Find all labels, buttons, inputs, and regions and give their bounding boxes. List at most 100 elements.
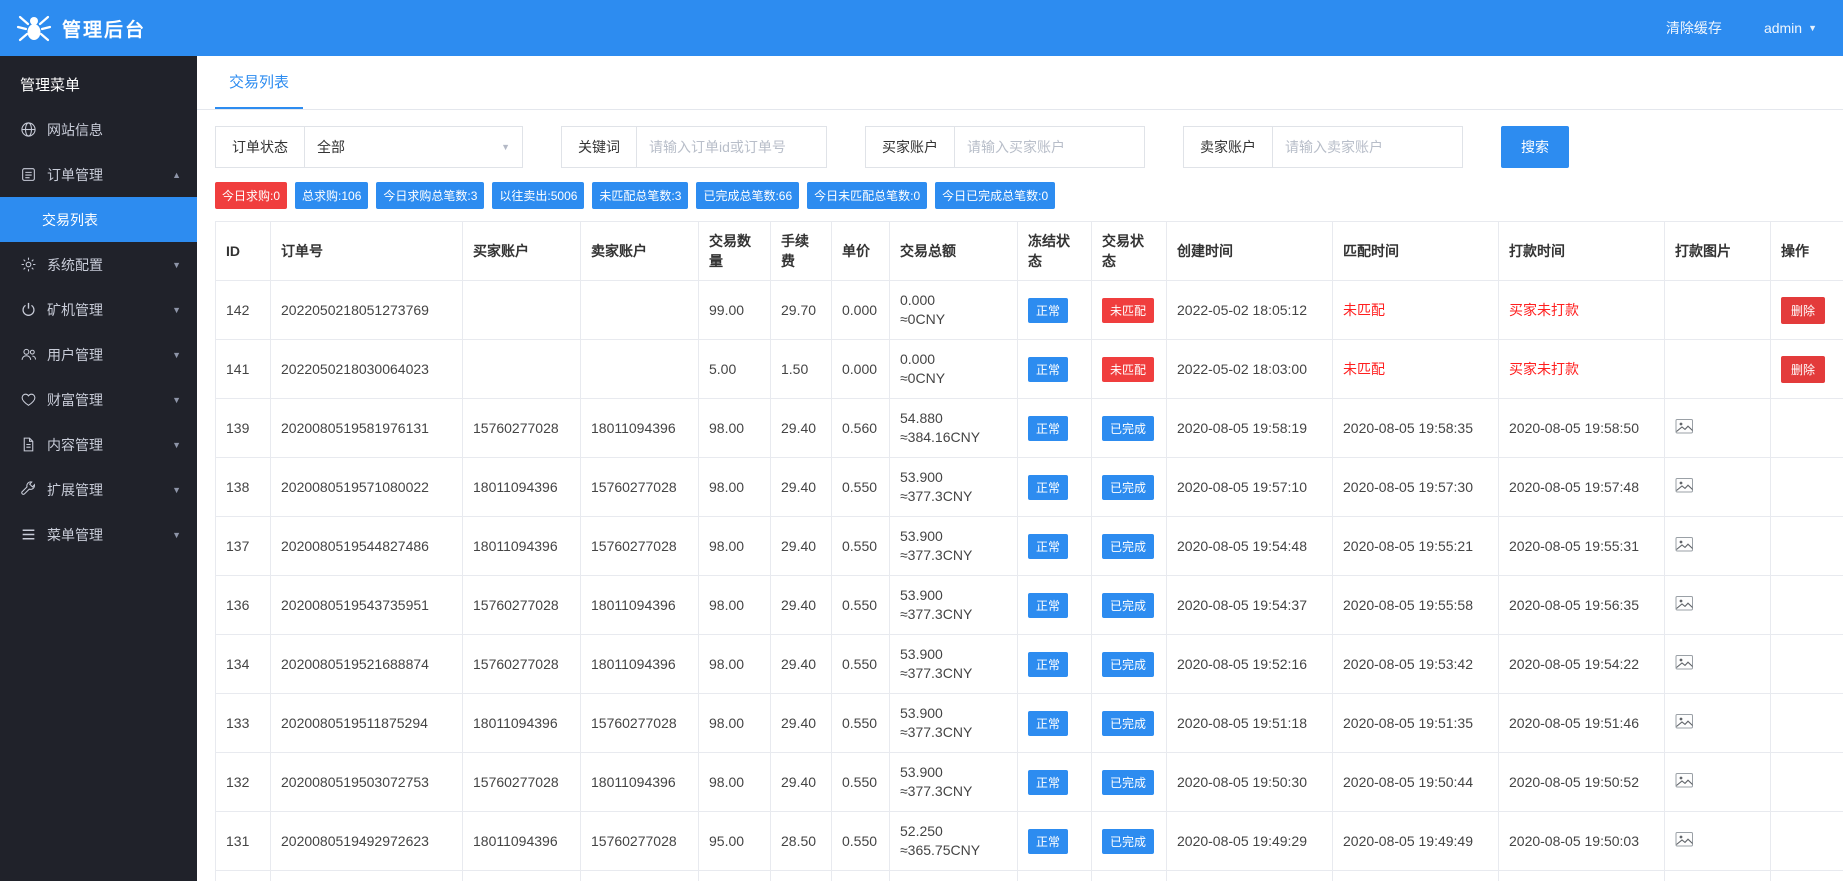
cell-order-no: 2020080519571080022 xyxy=(270,457,463,517)
cell-actions xyxy=(1770,516,1843,576)
main-content: 交易列表 订单状态 全部 ▼ 关键词 买家账户 卖家账户 搜索 今日求购:0 总求… xyxy=(197,56,1843,881)
cell-created: 2020-08-05 19:54:48 xyxy=(1166,516,1333,576)
cell-total: 0.000 ≈0CNY xyxy=(889,280,1018,340)
cell-price: 0.550 xyxy=(831,752,890,812)
delete-button[interactable]: 删除 xyxy=(1781,355,1826,383)
sidebar-item-menu-management[interactable]: 菜单管理 ▼ xyxy=(0,512,197,557)
cell-buyer: 18011094396 xyxy=(462,693,581,753)
cell-freeze-status: 正常 xyxy=(1017,457,1092,517)
sidebar-item-transaction-list[interactable]: 交易列表 xyxy=(0,197,197,242)
cell-created: 2020-08-05 19:49:29 xyxy=(1166,811,1333,871)
clear-cache-link[interactable]: 清除缓存 xyxy=(1666,18,1722,38)
payment-image-broken-icon[interactable] xyxy=(1675,536,1694,553)
cell-trade-status: 已完成 xyxy=(1091,634,1167,694)
cell-matched: 2020-08-05 19:55:21 xyxy=(1332,516,1499,576)
sidebar-item-user-management[interactable]: 用户管理 ▼ xyxy=(0,332,197,377)
sidebar-item-extension-management[interactable]: 扩展管理 ▼ xyxy=(0,467,197,512)
user-menu[interactable]: admin ▼ xyxy=(1764,20,1817,36)
cell-order-no: 2020080519521688874 xyxy=(270,634,463,694)
cell-trade-status: 已完成 xyxy=(1091,693,1167,753)
cell-buyer xyxy=(462,280,581,340)
order-status-filter: 订单状态 全部 ▼ xyxy=(215,126,523,168)
trade-status-badge: 已完成 xyxy=(1102,769,1155,795)
cell-freeze-status: 正常 xyxy=(1017,870,1092,881)
cell-buyer xyxy=(462,870,581,881)
chevron-down-icon: ▼ xyxy=(172,394,181,405)
cell-seller: 18011094396 xyxy=(580,752,699,812)
cell-id xyxy=(215,870,271,881)
cell-created: 2020-08-05 19:54:37 xyxy=(1166,575,1333,635)
cell-fee: 29.40 xyxy=(770,398,832,458)
cell-seller: 15760277028 xyxy=(580,693,699,753)
cell-paid: 买家未打款 xyxy=(1498,280,1665,340)
cell-price: 0.550 xyxy=(831,575,890,635)
stat-badge: 未匹配总笔数:3 xyxy=(592,182,689,209)
table-row: 136 2020080519543735951 15760277028 1801109… xyxy=(215,575,1843,635)
buyer-input[interactable] xyxy=(955,126,1145,168)
cell-id: 132 xyxy=(215,752,271,812)
cell-qty: 5.00 xyxy=(698,339,771,399)
cell-price: 0.550 xyxy=(831,457,890,517)
cell-qty: 98.00 xyxy=(698,575,771,635)
total-cny: ≈0CNY xyxy=(900,311,946,327)
delete-button[interactable]: 删除 xyxy=(1781,296,1826,324)
cell-freeze-status: 正常 xyxy=(1017,811,1092,871)
table-body: 142 2022050218051273769 99.00 29.70 0.000 0.0… xyxy=(215,280,1843,881)
power-icon xyxy=(20,301,37,318)
cell-created: 2022-05-02 18:05:12 xyxy=(1166,280,1333,340)
cell-total: 54.880 ≈384.16CNY xyxy=(889,398,1018,458)
cell-matched: 2020-08-05 19:53:42 xyxy=(1332,634,1499,694)
tab-transaction-list[interactable]: 交易列表 xyxy=(215,56,304,109)
table-row: 131 2020080519492972623 18011094396 1576027… xyxy=(215,811,1843,871)
seller-input[interactable] xyxy=(1273,126,1463,168)
cell-freeze-status: 正常 xyxy=(1017,634,1092,694)
sidebar-item-order-management[interactable]: 订单管理 ▲ xyxy=(0,152,197,197)
payment-image-broken-icon[interactable] xyxy=(1675,654,1694,671)
trade-status-badge: 已完成 xyxy=(1102,710,1155,736)
cell-trade-status: 已完成 xyxy=(1091,575,1167,635)
cell-price: 0.000 xyxy=(831,280,890,340)
sidebar-item-system-config[interactable]: 系统配置 ▼ xyxy=(0,242,197,287)
cell-payment-image xyxy=(1664,693,1771,753)
total-amount: 53.900 xyxy=(900,764,943,781)
cell-total: 53.900 ≈377.3CNY xyxy=(889,516,1018,576)
payment-image-broken-icon[interactable] xyxy=(1675,831,1694,848)
app-title: 管理后台 xyxy=(62,19,147,41)
menu-icon xyxy=(20,526,37,543)
cell-trade-status: 未匹配 xyxy=(1091,280,1167,340)
cell-buyer: 18011094396 xyxy=(462,811,581,871)
cell-id: 138 xyxy=(215,457,271,517)
sidebar-menu: 网站信息 订单管理 ▲ 交易列表 系统配置 ▼ 矿机管理 ▼ 用户管理 ▼ 财富管理 ▼ 内容管理 ▼ 扩展… xyxy=(0,107,197,557)
cell-id: 142 xyxy=(215,280,271,340)
cell-freeze-status: 正常 xyxy=(1017,752,1092,812)
payment-image-broken-icon[interactable] xyxy=(1675,713,1694,730)
gears-icon xyxy=(20,256,37,273)
table-row: 142 2022050218051273769 99.00 29.70 0.000 0.0… xyxy=(215,280,1843,340)
sidebar-item-miner-management[interactable]: 矿机管理 ▼ xyxy=(0,287,197,332)
chevron-down-icon: ▼ xyxy=(172,304,181,315)
cell-trade-status: 已完成 xyxy=(1091,811,1167,871)
payment-image-broken-icon[interactable] xyxy=(1675,477,1694,494)
chevron-up-icon: ▲ xyxy=(172,169,181,180)
sidebar-item-content-management[interactable]: 内容管理 ▼ xyxy=(0,422,197,467)
cell-payment-image xyxy=(1664,398,1771,458)
cell-price: 0.000 xyxy=(831,339,890,399)
cell-trade-status: 已完成 xyxy=(1091,398,1167,458)
payment-image-broken-icon[interactable] xyxy=(1675,772,1694,789)
sidebar-item-wealth-management[interactable]: 财富管理 ▼ xyxy=(0,377,197,422)
table-row: 139 2020080519581976131 15760277028 1801109… xyxy=(215,398,1843,458)
sidebar-item-site-info[interactable]: 网站信息 xyxy=(0,107,197,152)
transactions-table: ID 订单号 买家账户 卖家账户 交易数量 手续费 单价 交易总额 冻结状态 交易状态 创建时间 匹配… xyxy=(215,221,1843,881)
search-button[interactable]: 搜索 xyxy=(1501,126,1569,168)
cell-order-no: 2020080519543735951 xyxy=(270,575,463,635)
total-amount: 0.000 xyxy=(900,292,936,309)
order-status-select[interactable]: 全部 ▼ xyxy=(305,126,523,168)
cell-created: 2020-08-05 19:51:18 xyxy=(1166,693,1333,753)
keyword-input[interactable] xyxy=(637,126,827,168)
payment-image-broken-icon[interactable] xyxy=(1675,418,1694,435)
freeze-status-badge: 正常 xyxy=(1028,533,1069,559)
cell-freeze-status: 正常 xyxy=(1017,398,1092,458)
payment-image-broken-icon[interactable] xyxy=(1675,595,1694,612)
cell-actions xyxy=(1770,634,1843,694)
freeze-status-badge: 正常 xyxy=(1028,592,1069,618)
